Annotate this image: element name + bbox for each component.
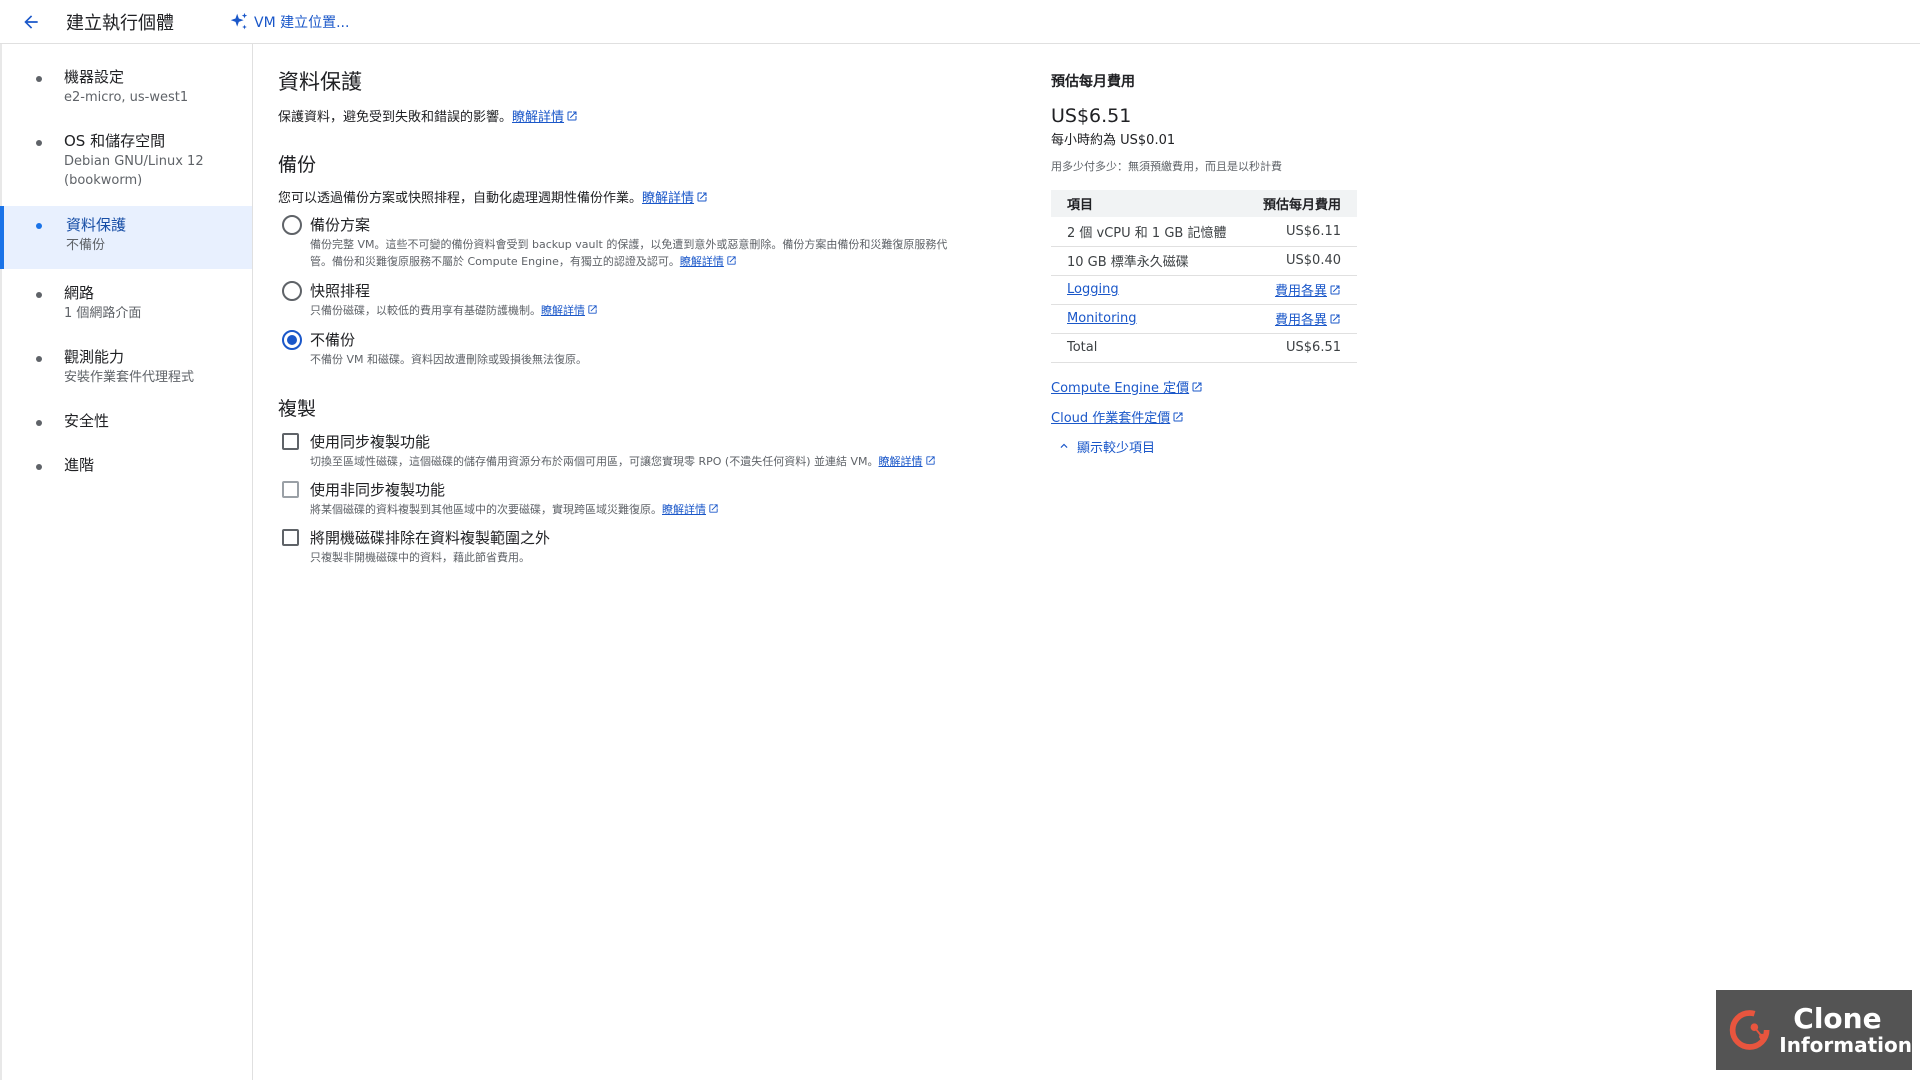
- no-backup-radio[interactable]: [282, 330, 302, 350]
- clone-logo-icon: [1729, 1010, 1770, 1050]
- show-less-label: 顯示較少項目: [1077, 440, 1156, 456]
- sparkle-icon: [230, 12, 248, 29]
- section-description: 保護資料，避免受到失敗和錯誤的影響。瞭解詳情: [278, 106, 1018, 125]
- external-link-icon: [709, 504, 718, 513]
- backup-plan-radio[interactable]: [282, 215, 302, 235]
- cost-note: 用多少付多少：無須預繳費用，而且是以秒計費: [1051, 160, 1282, 173]
- cost-table: 項目 預估每月費用 2 個 vCPU 和 1 GB 記憶體 US$6.11 10…: [1051, 190, 1357, 363]
- nav-item-machine-config[interactable]: 機器設定 e2-micro, us-west1: [2, 66, 252, 122]
- sync-replication-option[interactable]: 使用同步複製功能 切換至區域性磁碟，這個磁碟的儲存備用資源分布於兩個可用區，可讓…: [278, 431, 1018, 470]
- page-title: 建立執行個體: [66, 12, 174, 34]
- vm-location-label: VM 建立位置...: [254, 14, 350, 31]
- bullet-icon: [36, 292, 42, 298]
- async-replication-checkbox[interactable]: [282, 481, 299, 498]
- snapshot-learn-more-link[interactable]: 瞭解詳情: [541, 304, 585, 317]
- external-link-icon: [567, 111, 577, 121]
- table-row: 10 GB 標準永久磁碟 US$0.40: [1051, 246, 1357, 276]
- nav-item-advanced[interactable]: 進階: [2, 454, 252, 490]
- chevron-up-icon: [1060, 443, 1068, 448]
- monitoring-link[interactable]: Monitoring: [1067, 311, 1137, 326]
- table-row: Logging 費用各異: [1051, 275, 1357, 305]
- nav-item-os-storage[interactable]: OS 和儲存空間 Debian GNU/Linux 12 (bookworm): [2, 130, 252, 196]
- compute-engine-pricing-link[interactable]: Compute Engine 定價: [1051, 381, 1189, 396]
- learn-more-link[interactable]: 瞭解詳情: [512, 110, 564, 125]
- backup-description: 您可以透過備份方案或快照排程，自動化處理週期性備份作業。瞭解詳情: [278, 187, 1018, 206]
- backup-plan-option[interactable]: 備份方案 備份完整 VM。這些不可變的備份資料會受到 backup vault …: [278, 214, 1018, 270]
- section-title: 資料保護: [278, 70, 362, 94]
- left-nav: 機器設定 e2-micro, us-west1 OS 和儲存空間 Debian …: [0, 44, 253, 1080]
- show-less-button[interactable]: 顯示較少項目: [1057, 437, 1361, 456]
- nav-item-network[interactable]: 網路 1 個網路介面: [2, 282, 252, 338]
- backup-heading: 備份: [278, 154, 317, 176]
- bullet-icon: [36, 76, 42, 82]
- pricing-links: Compute Engine 定價 Cloud 作業套件定價: [1051, 377, 1361, 426]
- async-replication-option[interactable]: 使用非同步複製功能 將某個磁碟的資料複製到其他區域中的次要磁碟，實現跨區域災難復…: [278, 479, 1018, 518]
- back-button[interactable]: [16, 7, 46, 37]
- bullet-icon: [36, 356, 42, 362]
- top-bar: 建立執行個體 VM 建立位置...: [0, 0, 1920, 44]
- monitoring-cost-link[interactable]: 費用各異: [1275, 313, 1327, 328]
- nav-item-security[interactable]: 安全性: [2, 410, 252, 446]
- external-link-icon: [727, 256, 736, 265]
- external-link-icon: [1173, 412, 1183, 421]
- table-header-row: 項目 預估每月費用: [1051, 190, 1357, 217]
- cost-total: US$6.51: [1051, 105, 1132, 127]
- sync-learn-more-link[interactable]: 瞭解詳情: [879, 455, 923, 468]
- external-link-icon: [925, 456, 935, 465]
- table-row: Monitoring 費用各異: [1051, 304, 1357, 334]
- nav-item-observability[interactable]: 觀測能力 安裝作業套件代理程式: [2, 346, 252, 402]
- backup-plan-learn-more-link[interactable]: 瞭解詳情: [680, 255, 724, 268]
- cloud-ops-pricing-link[interactable]: Cloud 作業套件定價: [1051, 411, 1170, 426]
- bullet-icon: [36, 223, 42, 229]
- bullet-icon: [36, 420, 42, 426]
- external-link-icon: [1192, 382, 1202, 391]
- bullet-icon: [36, 140, 42, 146]
- cost-title: 預估每月費用: [1051, 74, 1135, 90]
- table-row: Total US$6.51: [1051, 333, 1357, 363]
- column-header-item: 項目: [1051, 190, 1246, 217]
- arrow-left-icon: [24, 14, 38, 29]
- async-learn-more-link[interactable]: 瞭解詳情: [662, 503, 706, 516]
- external-link-icon: [588, 305, 597, 314]
- logging-cost-link[interactable]: 費用各異: [1275, 284, 1327, 299]
- sync-replication-checkbox[interactable]: [282, 433, 299, 450]
- nav-item-data-protection[interactable]: 資料保護 不備份: [0, 206, 252, 269]
- cost-panel: 預估每月費用 US$6.51 每小時約為 US$0.01 用多少付多少：無須預繳…: [1051, 44, 1361, 456]
- watermark-line2: Information: [1779, 1033, 1912, 1057]
- exclude-boot-disk-checkbox[interactable]: [282, 529, 299, 546]
- snapshot-schedule-radio[interactable]: [282, 281, 302, 301]
- bullet-icon: [36, 464, 42, 470]
- watermark: Clone Information: [1716, 990, 1912, 1070]
- watermark-line1: Clone: [1793, 1002, 1882, 1035]
- no-backup-option[interactable]: 不備份 不備份 VM 和磁碟。資料因故遭刪除或毀損後無法復原。: [278, 329, 1018, 368]
- replication-heading: 複製: [278, 398, 317, 420]
- snapshot-schedule-option[interactable]: 快照排程 只備份磁碟，以較低的費用享有基礎防護機制。瞭解詳情: [278, 280, 1018, 319]
- backup-learn-more-link[interactable]: 瞭解詳情: [642, 191, 694, 206]
- external-link-icon: [697, 192, 707, 202]
- vm-location-button[interactable]: VM 建立位置...: [228, 11, 349, 33]
- column-header-monthly-cost: 預估每月費用: [1245, 190, 1357, 217]
- external-link-icon: [1330, 314, 1340, 324]
- table-row: 2 個 vCPU 和 1 GB 記憶體 US$6.11: [1051, 217, 1357, 247]
- main-content: 資料保護 保護資料，避免受到失敗和錯誤的影響。瞭解詳情 備份 您可以透過備份方案…: [278, 44, 1018, 566]
- cost-hourly: 每小時約為 US$0.01: [1051, 133, 1176, 148]
- logging-link[interactable]: Logging: [1067, 282, 1119, 297]
- external-link-icon: [1330, 285, 1340, 295]
- exclude-boot-disk-option[interactable]: 將開機磁碟排除在資料複製範圍之外 只複製非開機磁碟中的資料，藉此節省費用。: [278, 527, 1018, 566]
